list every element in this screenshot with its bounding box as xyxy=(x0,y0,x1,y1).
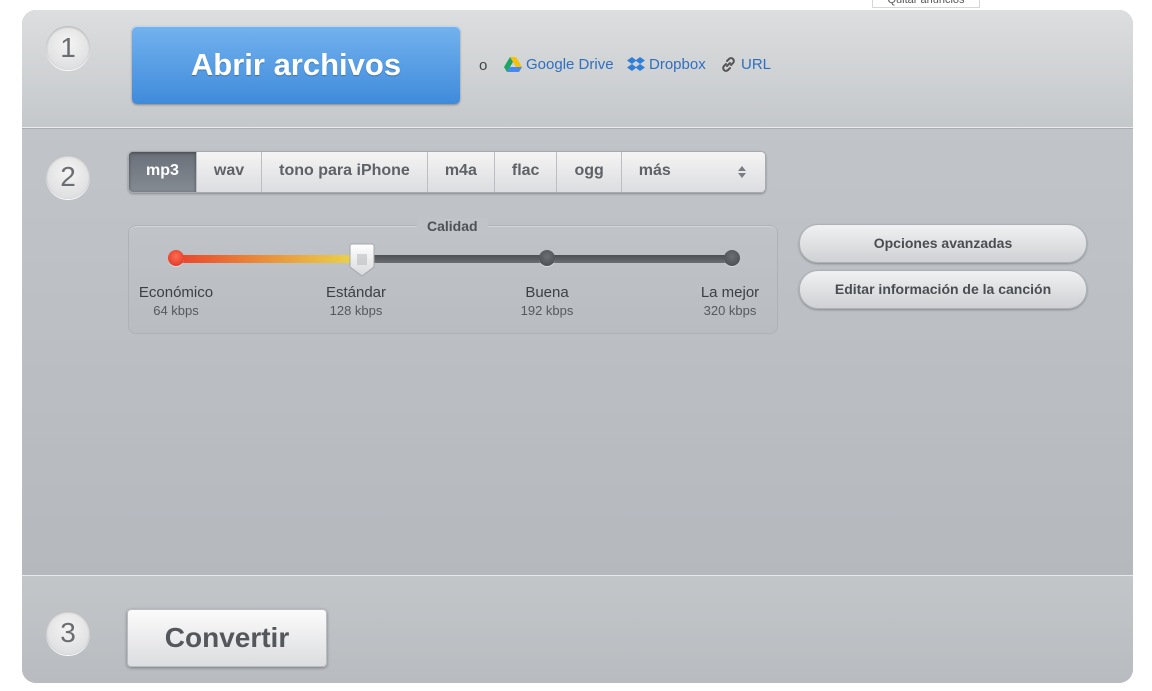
quality-stop-economico[interactable] xyxy=(168,250,184,266)
remove-ads-link[interactable]: Quitar anuncios xyxy=(872,0,980,8)
dropbox-link[interactable]: Dropbox xyxy=(627,56,706,73)
url-link[interactable]: URL xyxy=(720,56,771,73)
format-tab-iphone-ringtone[interactable]: tono para iPhone xyxy=(262,152,428,192)
format-selector: mp3 wav tono para iPhone m4a flac ogg má… xyxy=(128,151,766,193)
quality-stop-buena[interactable] xyxy=(539,250,555,266)
google-drive-link[interactable]: Google Drive xyxy=(504,56,614,73)
edit-song-info-button[interactable]: Editar información de la canción xyxy=(799,270,1087,309)
format-more-label: más xyxy=(638,162,671,179)
dropbox-label: Dropbox xyxy=(649,56,706,73)
quality-title: Calidad xyxy=(417,218,488,234)
google-drive-icon xyxy=(504,56,522,72)
converter-panel: 1 Abrir archivos o Google Drive Dropbox xyxy=(22,10,1133,683)
step-number-1: 1 xyxy=(46,26,90,70)
quality-track-fill xyxy=(175,255,362,263)
format-tab-flac[interactable]: flac xyxy=(494,152,558,192)
quality-slider-thumb[interactable] xyxy=(349,243,375,277)
open-files-button[interactable]: Abrir archivos xyxy=(132,26,460,104)
format-tab-m4a[interactable]: m4a xyxy=(427,152,495,192)
quality-bitrate-64: 64 kbps xyxy=(153,303,199,318)
or-text: o xyxy=(479,57,488,74)
quality-label-la-mejor: La mejor xyxy=(700,284,760,301)
quality-bitrate-128: 128 kbps xyxy=(329,303,383,318)
advanced-options-button[interactable]: Opciones avanzadas xyxy=(799,224,1087,263)
quality-label-estandar: Estándar xyxy=(325,284,387,301)
quality-slider-group: Calidad Económico 64 kbps Estándar 128 k… xyxy=(128,218,778,334)
quality-label-economico: Económico xyxy=(138,284,214,301)
quality-bitrate-192: 192 kbps xyxy=(520,303,574,318)
quality-bitrate-320: 320 kbps xyxy=(703,303,757,318)
google-drive-label: Google Drive xyxy=(526,56,614,73)
url-label: URL xyxy=(741,56,772,73)
quality-track[interactable] xyxy=(175,255,733,263)
quality-stop-la-mejor[interactable] xyxy=(724,250,740,266)
link-icon xyxy=(722,57,735,72)
format-tab-wav[interactable]: wav xyxy=(196,152,263,192)
format-tab-ogg[interactable]: ogg xyxy=(557,152,622,192)
step-choose-format: 2 mp3 wav tono para iPhone m4a flac ogg … xyxy=(22,128,1133,575)
dropbox-icon xyxy=(627,56,645,71)
sort-arrows-icon xyxy=(737,166,746,178)
step-open-files: 1 Abrir archivos o Google Drive Dropbox xyxy=(22,10,1133,128)
step-number-3: 3 xyxy=(46,611,90,655)
format-tab-mp3[interactable]: mp3 xyxy=(129,152,197,192)
format-more-dropdown[interactable]: más xyxy=(621,152,765,192)
quality-label-buena: Buena xyxy=(525,284,569,301)
convert-button[interactable]: Convertir xyxy=(127,609,327,667)
step-convert: 3 Convertir xyxy=(22,575,1133,683)
step-number-2: 2 xyxy=(46,155,90,199)
